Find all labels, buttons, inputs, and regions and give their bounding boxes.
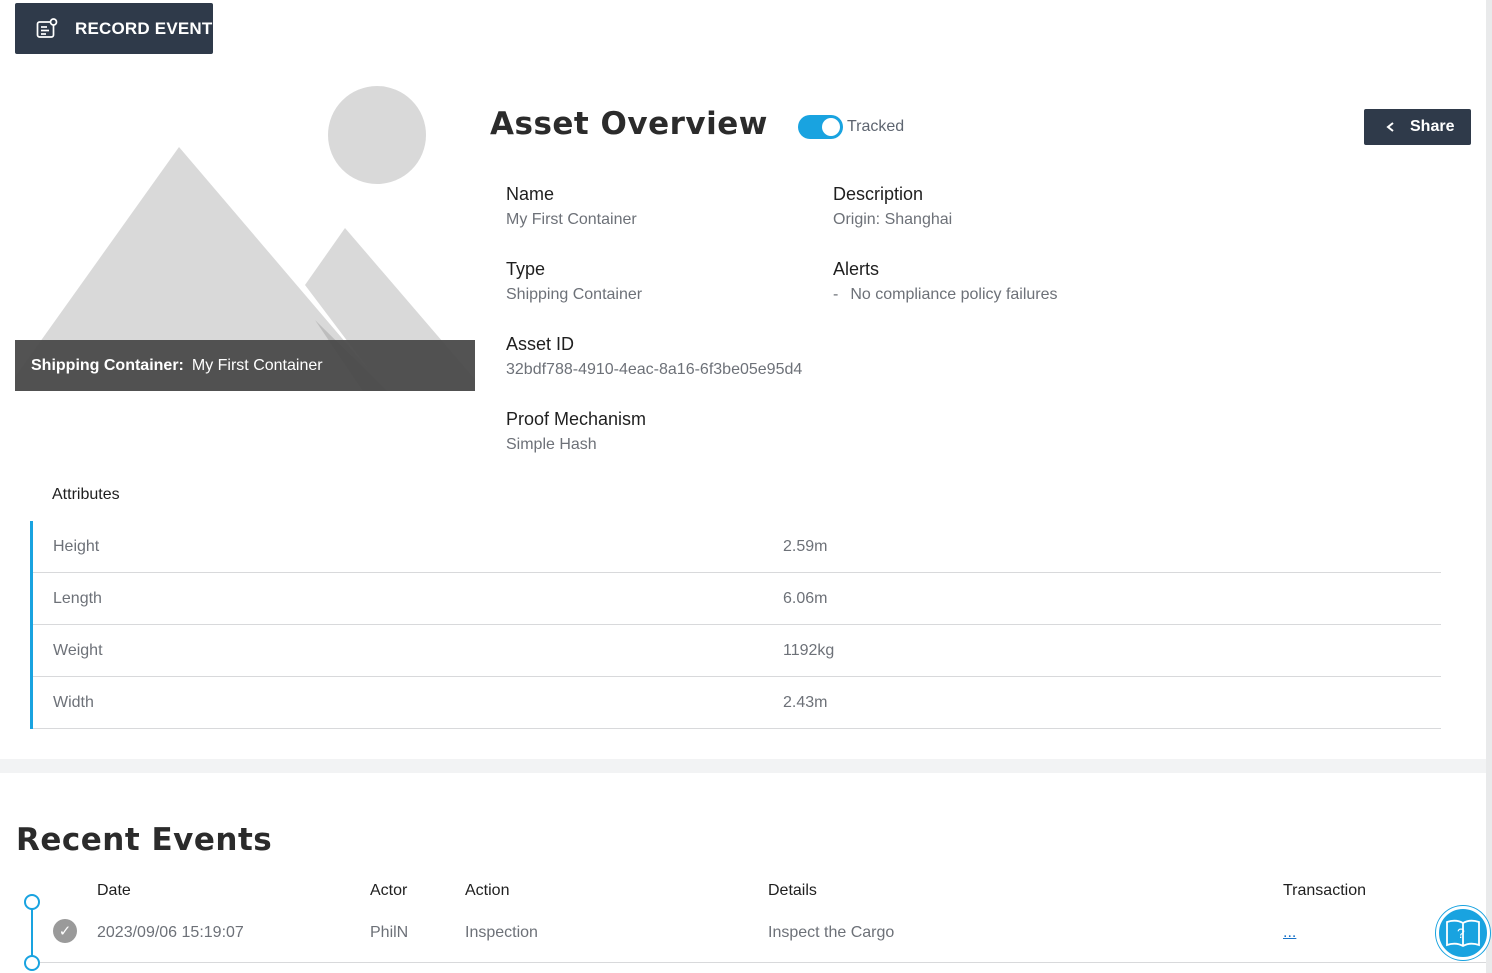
field-name-label: Name <box>506 184 555 204</box>
alert-text: No compliance policy failures <box>850 286 1058 303</box>
attribute-key: Height <box>53 538 100 555</box>
field-type: Type Shipping Container <box>506 259 642 304</box>
field-description-label: Description <box>833 184 924 204</box>
attribute-key: Weight <box>53 642 103 659</box>
field-name-value: My First Container <box>506 211 637 228</box>
event-action: Inspection <box>465 924 538 941</box>
field-type-value: Shipping Container <box>506 286 643 303</box>
tracked-toggle[interactable] <box>798 115 843 139</box>
page-title: Asset Overview <box>490 106 768 142</box>
record-event-label: RECORD EVENT <box>75 18 213 38</box>
attribute-key: Width <box>53 694 94 711</box>
event-date: 2023/09/06 15:19:07 <box>97 924 244 941</box>
asset-image-caption: Shipping Container: My First Container <box>15 340 475 391</box>
record-event-button[interactable]: RECORD EVENT <box>15 3 213 54</box>
row-divider <box>40 962 1486 963</box>
attributes-table: Height 2.59m Length 6.06m Weight 1192kg … <box>30 521 1441 729</box>
asset-image: Shipping Container: My First Container <box>15 80 475 391</box>
help-book-icon: ? <box>1446 919 1480 948</box>
column-header-transaction: Transaction <box>1283 882 1366 899</box>
attribute-value: 1192kg <box>783 642 835 659</box>
share-icon <box>1386 122 1394 132</box>
event-actor: PhilN <box>370 924 409 941</box>
field-proof-value: Simple Hash <box>506 436 597 453</box>
table-row: Height 2.59m <box>33 521 1441 573</box>
toggle-knob <box>822 118 840 136</box>
event-transaction-link[interactable]: ... <box>1283 924 1296 942</box>
attribute-key: Length <box>53 590 102 607</box>
check-icon: ✓ <box>53 919 77 943</box>
caption-asset-name: My First Container <box>191 356 323 374</box>
attribute-value: 6.06m <box>783 590 828 607</box>
table-row: Weight 1192kg <box>33 625 1441 677</box>
attribute-value: 2.59m <box>783 538 828 555</box>
alert-bullet: - <box>833 286 839 303</box>
help-button[interactable]: ? <box>1436 906 1490 960</box>
timeline-line <box>31 908 33 958</box>
column-header-action: Action <box>465 882 510 899</box>
event-details: Inspect the Cargo <box>768 924 895 941</box>
field-type-label: Type <box>506 259 546 279</box>
attribute-value: 2.43m <box>783 694 828 711</box>
field-asset-id-label: Asset ID <box>506 334 575 354</box>
recent-events-card <box>0 773 1486 973</box>
table-row: Width 2.43m <box>33 677 1441 729</box>
tracked-label: Tracked <box>847 118 905 135</box>
field-proof-mechanism: Proof Mechanism Simple Hash <box>506 409 646 454</box>
field-alerts-value: - No compliance policy failures <box>833 286 1058 304</box>
scrollbar-track[interactable] <box>1486 0 1492 973</box>
table-row: Length 6.06m <box>33 573 1441 625</box>
svg-text:?: ? <box>1457 925 1465 941</box>
column-header-actor: Actor <box>370 882 408 899</box>
share-button[interactable]: Share <box>1364 109 1471 145</box>
share-label: Share <box>1410 118 1455 135</box>
column-header-date: Date <box>97 882 131 899</box>
timeline-node <box>24 894 40 910</box>
record-event-icon <box>36 17 58 38</box>
recent-events-title: Recent Events <box>16 822 273 858</box>
field-asset-id: Asset ID 32bdf788-4910-4eac-8a16-6f3be05… <box>506 334 802 379</box>
timeline-node <box>24 955 40 971</box>
attributes-title: Attributes <box>52 486 120 503</box>
caption-asset-type: Shipping Container: <box>31 356 184 374</box>
field-alerts-label: Alerts <box>833 259 880 279</box>
field-alerts: Alerts - No compliance policy failures <box>833 259 1058 304</box>
field-description-value: Origin: Shanghai <box>833 211 953 228</box>
field-description: Description Origin: Shanghai <box>833 184 952 229</box>
field-name: Name My First Container <box>506 184 637 229</box>
column-header-details: Details <box>768 882 817 899</box>
field-asset-id-value: 32bdf788-4910-4eac-8a16-6f3be05e95d4 <box>506 361 803 378</box>
field-proof-label: Proof Mechanism <box>506 409 647 429</box>
